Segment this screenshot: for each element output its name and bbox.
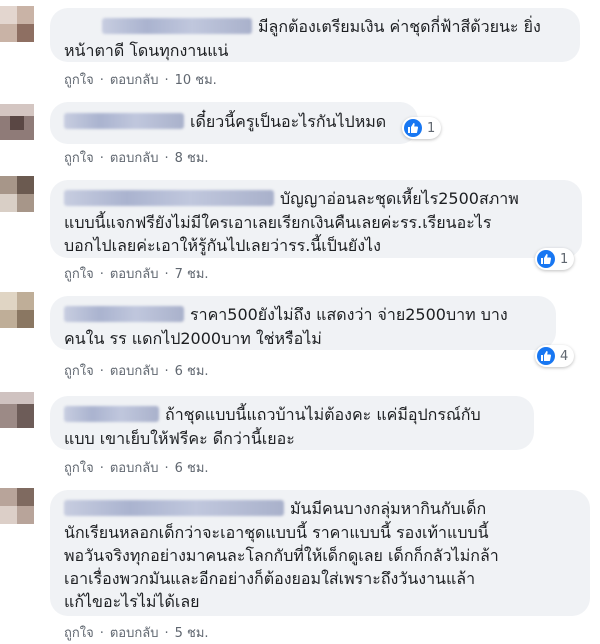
author-name-blurred[interactable] (102, 17, 252, 34)
comment-bubble: มีลูกต้องเตรียมเงิน ค่าชุดกี่ฟ้าสีด้วยนะ… (50, 8, 580, 62)
comment-line: เอาเรื่องพวกมันและอีกอย่างก็ต้องยอมใส่เพ… (64, 569, 476, 588)
comment-line: แบบ เขาเย็บให้ฟรีคะ ดีกว่านี้เยอะ (64, 429, 295, 448)
avatar[interactable] (0, 392, 34, 428)
comment-bubble: บัญญาอ่อนละชุดเหี้ยไร2500สภาพ แบบนี้แจกฟ… (50, 180, 582, 258)
comment-line: พอวันจริงทุกอย่างมาคนละโลกกับที่ให้เด็กด… (64, 546, 499, 565)
author-name-blurred[interactable] (64, 499, 284, 516)
author-name-blurred[interactable] (64, 305, 184, 322)
reply-link[interactable]: ตอบกลับ (110, 263, 159, 284)
reply-link[interactable]: ตอบกลับ (110, 69, 159, 90)
like-link[interactable]: ถูกใจ (64, 622, 94, 643)
comment-actions: ถูกใจ · ตอบกลับ · 6 ชม. (64, 457, 209, 478)
comment-actions: ถูกใจ · ตอบกลับ · 5 ชม. (64, 622, 209, 643)
comment-line: บัญญาอ่อนละชุดเหี้ยไร2500สภาพ (64, 187, 519, 210)
avatar[interactable] (0, 104, 34, 140)
like-link[interactable]: ถูกใจ (64, 263, 94, 284)
comment-line: แบบนี้แจกฟรียังไม่มีใครเอาเลยเรียกเงินคื… (64, 213, 492, 232)
comment-line: ราคา500ยังไม่ถึง แสดงว่า จ่าย2500บาท บาง (64, 303, 508, 326)
comment-actions: ถูกใจ · ตอบกลับ · 6 ชม. (64, 360, 209, 381)
thumbs-up-icon (537, 250, 555, 268)
timestamp[interactable]: 5 ชม. (175, 622, 209, 643)
like-link[interactable]: ถูกใจ (64, 360, 94, 381)
reaction-count[interactable]: 1 (402, 117, 442, 139)
comment-bubble: มันมีคนบางกลุ่มหากินกับเด็ก นักเรียนหลอก… (50, 490, 590, 616)
thumbs-up-icon (404, 119, 422, 137)
author-name-blurred[interactable] (64, 112, 184, 129)
comment-line: มีลูกต้องเตรียมเงิน ค่าชุดกี่ฟ้าสีด้วยนะ… (102, 15, 541, 38)
like-link[interactable]: ถูกใจ (64, 69, 94, 90)
comment-text: เดี๋ยวนี้ครูเป็นอะไรกันไปหมด (190, 112, 387, 131)
reply-link[interactable]: ตอบกลับ (110, 457, 159, 478)
reply-link[interactable]: ตอบกลับ (110, 622, 159, 643)
comment-bubble: ราคา500ยังไม่ถึง แสดงว่า จ่าย2500บาท บาง… (50, 296, 556, 350)
thumbs-up-icon (537, 347, 555, 365)
comment-line: แก้ไขอะไรไม่ได้เลย (64, 592, 200, 611)
like-link[interactable]: ถูกใจ (64, 147, 94, 168)
reaction-count[interactable]: 1 (535, 248, 575, 270)
comment-actions: ถูกใจ · ตอบกลับ · 8 ชม. (64, 147, 209, 168)
like-link[interactable]: ถูกใจ (64, 457, 94, 478)
comment-actions: ถูกใจ · ตอบกลับ · 10 ชม. (64, 69, 217, 90)
author-name-blurred[interactable] (64, 189, 274, 206)
timestamp[interactable]: 10 ชม. (175, 69, 217, 90)
author-name-blurred[interactable] (64, 405, 159, 422)
avatar[interactable] (0, 6, 34, 42)
comment-line: นักเรียนหลอกเด็กว่าจะเอาชุดแบบนี้ ราคาแบ… (64, 523, 489, 542)
comment-bubble: เดี๋ยวนี้ครูเป็นอะไรกันไปหมด (50, 102, 418, 144)
reply-link[interactable]: ตอบกลับ (110, 360, 159, 381)
avatar[interactable] (0, 176, 34, 212)
comment-line: มันมีคนบางกลุ่มหากินกับเด็ก (64, 497, 486, 520)
timestamp[interactable]: 7 ชม. (175, 263, 209, 284)
comment-line: ถ้าชุดแบบนี้แถวบ้านไม่ต้องคะ แค่มีอุปกรณ… (64, 403, 481, 426)
comment-bubble: ถ้าชุดแบบนี้แถวบ้านไม่ต้องคะ แค่มีอุปกรณ… (50, 396, 534, 450)
comment-line: บอกไปเลยค่ะเอาให้รู้กันไปเลยว่ารร.นี้เป็… (64, 236, 381, 255)
timestamp[interactable]: 6 ชม. (175, 360, 209, 381)
reaction-count[interactable]: 4 (535, 345, 575, 367)
avatar[interactable] (0, 292, 34, 328)
comment-line: หน้าตาดี โดนทุกงานแน่ (64, 41, 229, 60)
timestamp[interactable]: 6 ชม. (175, 457, 209, 478)
reply-link[interactable]: ตอบกลับ (110, 147, 159, 168)
avatar[interactable] (0, 488, 34, 524)
comment-actions: ถูกใจ · ตอบกลับ · 7 ชม. (64, 263, 209, 284)
timestamp[interactable]: 8 ชม. (175, 147, 209, 168)
comment-line: คนใน รร แดกไป2000บาท ใช่หรือไม่ (64, 329, 322, 348)
